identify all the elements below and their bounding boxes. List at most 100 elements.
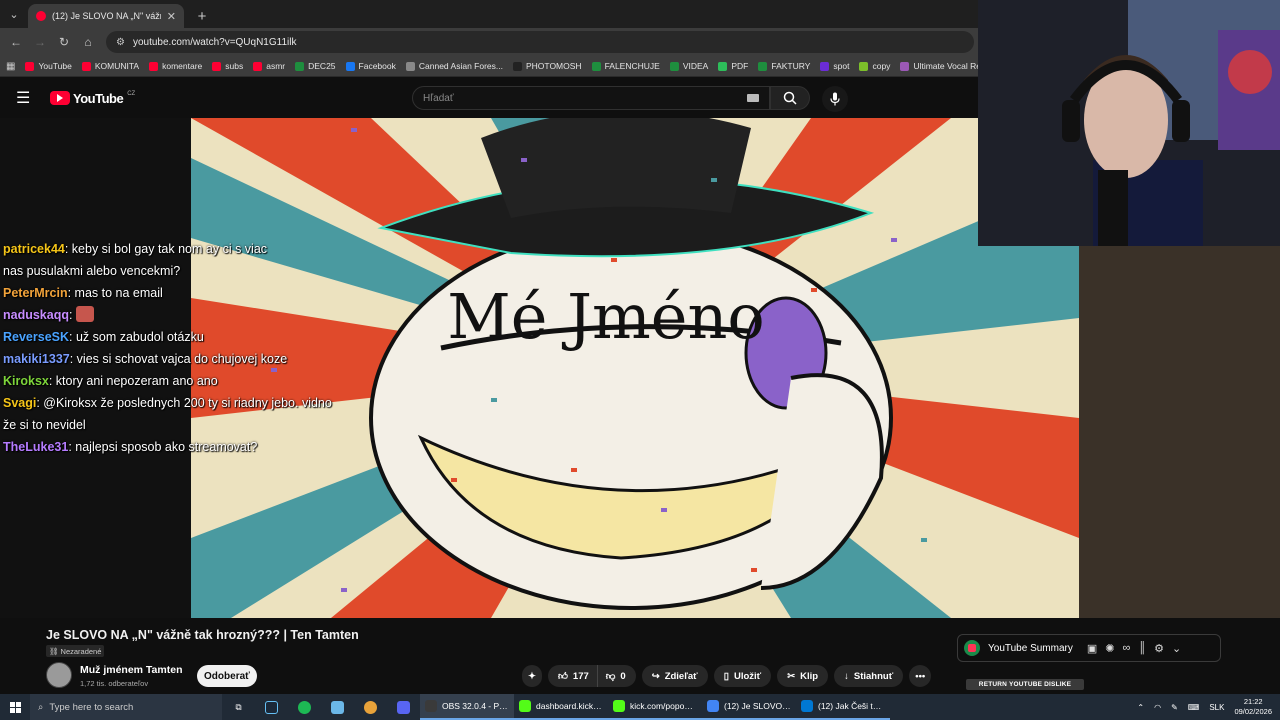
menu-icon[interactable]: ☰ xyxy=(16,88,40,108)
firefox-dev-icon[interactable] xyxy=(354,694,387,720)
unlisted-label: Nezaradené xyxy=(60,646,102,656)
youtube-logo[interactable]: YouTube CZ xyxy=(50,91,135,106)
address-bar[interactable]: ⚙ youtube.com/watch?v=QUqN1G11ilk xyxy=(106,31,974,53)
clip-button[interactable]: ✂ Klip xyxy=(777,665,829,687)
app-icon xyxy=(613,700,625,712)
bookmark-label: komentare xyxy=(162,61,203,71)
spotify-icon[interactable] xyxy=(288,694,321,720)
search-input[interactable]: Hľadať xyxy=(412,86,770,110)
browser-tab-strip: ⌄ (12) Je SLOVO NA „N" vážně tak ✕ + xyxy=(0,0,980,28)
task-view-icon[interactable]: ⧉ xyxy=(222,694,255,720)
keyboard-tray-icon[interactable]: ⌨ xyxy=(1188,703,1200,712)
bookmark-item[interactable]: FAKTURY xyxy=(758,61,810,71)
chat-username[interactable]: PeterMrcin xyxy=(3,286,68,300)
bookmark-item[interactable]: Facebook xyxy=(345,61,396,71)
taskbar-search-placeholder: Type here to search xyxy=(49,701,134,713)
youtube-summary-extension[interactable]: YouTube Summary ▣ ✺ ∞ ║ ⚙ ⌄ xyxy=(957,634,1221,662)
subscribe-button[interactable]: Odoberať xyxy=(197,665,257,687)
new-tab-button[interactable]: + xyxy=(190,4,214,28)
keyboard-icon[interactable] xyxy=(747,94,759,102)
notepad-icon[interactable] xyxy=(321,694,354,720)
site-info-icon[interactable]: ⚙ xyxy=(116,37,125,48)
chevron-down-icon[interactable]: ⌄ xyxy=(1172,642,1181,655)
chat-message: ReverseSK: už som zabudol otázku xyxy=(3,326,343,348)
chat-username[interactable]: ReverseSK xyxy=(3,330,69,344)
chat-username[interactable]: naduskaqq xyxy=(3,308,69,322)
bookmark-item[interactable]: FALENCHUJE xyxy=(591,61,660,71)
back-arrow-icon[interactable]: ← xyxy=(6,32,26,52)
bookmark-favicon-icon xyxy=(25,61,35,71)
ai-icon[interactable]: ✺ xyxy=(1105,642,1114,655)
clock[interactable]: 21:22 09/02/2026 xyxy=(1234,697,1272,717)
chat-username[interactable]: makiki1337 xyxy=(3,352,70,366)
bookmark-label: PHOTOMOSH xyxy=(525,61,582,71)
chat-username[interactable]: Svagi xyxy=(3,396,36,410)
bookmark-item[interactable]: spot xyxy=(820,61,849,71)
taskbar-search-input[interactable]: ⌕ Type here to search xyxy=(30,694,222,720)
bookmark-label: spot xyxy=(833,61,850,71)
channel-name[interactable]: Muž jménem Tamten xyxy=(80,664,183,676)
chat-username[interactable]: TheLuke31 xyxy=(3,440,68,454)
like-button[interactable]: 👍︎ 177 xyxy=(547,665,598,687)
tray-chevron-icon[interactable]: ⌃ xyxy=(1137,703,1144,712)
bookmark-item[interactable]: DEC25 xyxy=(295,61,336,71)
bookmark-item[interactable]: YouTube xyxy=(25,61,72,71)
bookmark-item[interactable]: PHOTOMOSH xyxy=(512,61,582,71)
forward-arrow-icon[interactable]: → xyxy=(30,32,50,52)
bookmark-item[interactable]: VIDEA xyxy=(669,61,708,71)
bookmark-item[interactable]: komentare xyxy=(149,61,202,71)
settings-gear-icon[interactable]: ⚙ xyxy=(1154,642,1164,655)
reload-icon[interactable]: ↻ xyxy=(54,32,74,52)
waveform-icon[interactable]: ║ xyxy=(1138,642,1146,654)
close-tab-icon[interactable]: ✕ xyxy=(167,10,176,23)
taskbar-app-button[interactable]: (12) Jak Češi těží ze ... xyxy=(796,694,890,720)
apps-grid-icon[interactable]: ▦ xyxy=(6,61,15,72)
bookmark-favicon-icon xyxy=(149,61,159,71)
return-youtube-dislike-button[interactable]: RETURN YOUTUBE DISLIKE xyxy=(966,679,1084,690)
taskbar-app-button[interactable]: OBS 32.0.4 - Profile:... xyxy=(420,694,514,720)
chat-text: nas pusulakmi alebo vencekmi? xyxy=(3,264,181,278)
more-dots-icon: ••• xyxy=(915,670,926,682)
bookmark-item[interactable]: asmr xyxy=(253,61,285,71)
search-icon xyxy=(783,91,797,105)
bookmark-item[interactable]: Canned Asian Fores... xyxy=(405,61,503,71)
more-actions-button[interactable]: ••• xyxy=(909,665,932,687)
download-button[interactable]: ↓ Stiahnuť xyxy=(834,665,904,687)
pen-icon[interactable]: ✎ xyxy=(1171,703,1178,712)
search-placeholder: Hľadať xyxy=(423,92,454,104)
bookmark-item[interactable]: Ultimate Vocal Rem xyxy=(900,61,980,71)
bookmarks-bar: ▦ YouTube KOMUNITA komentare subs asmr DEC25 F… xyxy=(0,56,980,77)
search-button[interactable] xyxy=(770,86,810,110)
chat-text: : mas to na email xyxy=(67,286,163,300)
taskbar-app-label: OBS 32.0.4 - Profile:... xyxy=(442,701,509,711)
voice-search-button[interactable] xyxy=(822,86,848,112)
dislike-button[interactable]: 👎︎ 0 xyxy=(597,665,636,687)
language-indicator[interactable]: SLK xyxy=(1209,703,1224,712)
glasses-icon[interactable]: ∞ xyxy=(1122,642,1130,654)
windows-logo-icon xyxy=(9,701,21,713)
chat-username[interactable]: patricek44 xyxy=(3,242,65,256)
taskbar-app-button[interactable]: dashboard.kick.co... xyxy=(514,694,608,720)
bookmark-item[interactable]: subs xyxy=(212,61,243,71)
calendar-icon[interactable]: ▣ xyxy=(1087,642,1097,655)
wifi-icon[interactable]: ◠ xyxy=(1154,703,1161,712)
browser-tab-active[interactable]: (12) Je SLOVO NA „N" vážně tak ✕ xyxy=(28,4,184,28)
windows-taskbar: ⌕ Type here to search ⧉ OBS 32.0.4 - Pro… xyxy=(0,694,1280,720)
chat-username[interactable]: Kiroksx xyxy=(3,374,49,388)
taskbar-app-button[interactable]: (12) Je SLOVO NA ... xyxy=(702,694,796,720)
home-icon[interactable]: ⌂ xyxy=(78,32,98,52)
save-button[interactable]: ▯ Uložiť xyxy=(713,665,772,687)
tab-search-button[interactable]: ⌄ xyxy=(0,0,28,28)
start-button[interactable] xyxy=(0,694,30,720)
discord-icon[interactable] xyxy=(387,694,420,720)
steam-icon[interactable] xyxy=(255,694,288,720)
chat-text: : @Kiroksx že poslednych 200 ty si riadn… xyxy=(3,396,332,432)
bookmark-item[interactable]: KOMUNITA xyxy=(81,61,139,71)
taskbar-app-button[interactable]: kick.com/popout/f... xyxy=(608,694,702,720)
share-button[interactable]: ↪ Zdieľať xyxy=(641,665,708,687)
taskbar-app-label: (12) Jak Češi těží ze ... xyxy=(818,701,885,711)
extension-button[interactable]: ✦ xyxy=(522,665,542,687)
bookmark-item[interactable]: PDF xyxy=(718,61,748,71)
bookmark-item[interactable]: copy xyxy=(859,61,890,71)
channel-avatar[interactable] xyxy=(46,662,72,688)
